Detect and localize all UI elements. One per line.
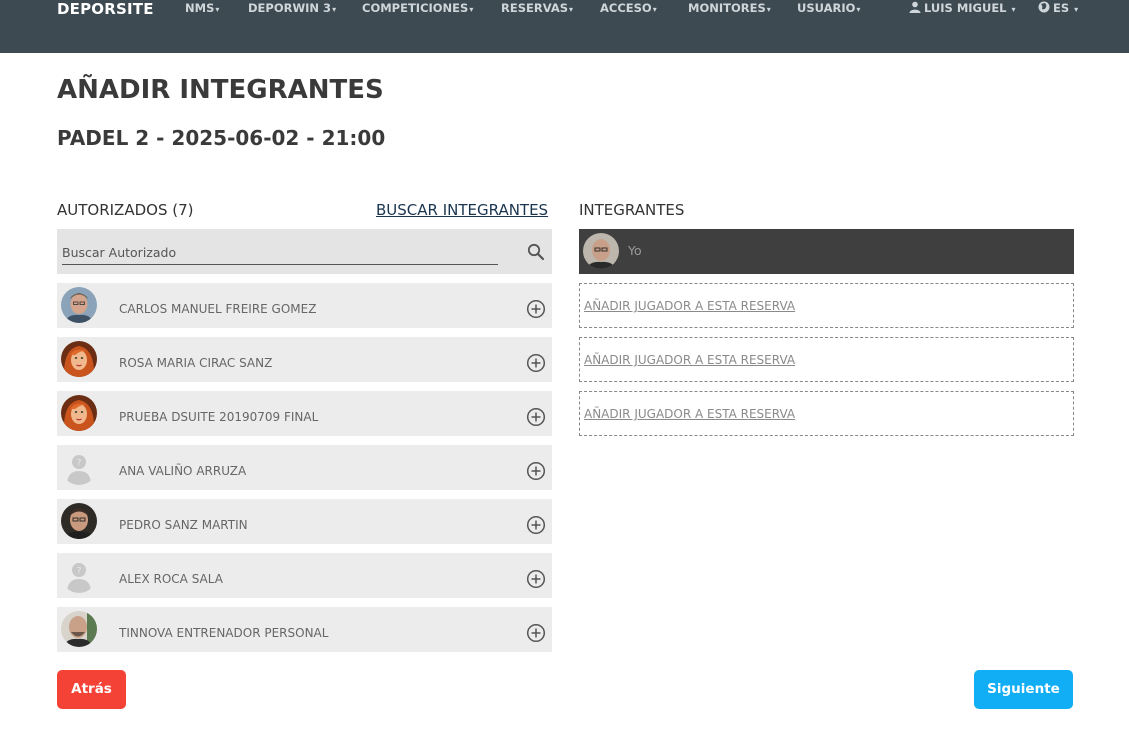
member-name: Yo [628,243,642,258]
back-button[interactable]: Atrás [57,670,126,709]
member-slot: AÑADIR JUGADOR A ESTA RESERVA [579,337,1074,382]
member-row-me: Yo [579,229,1074,274]
next-button[interactable]: Siguiente [974,670,1073,709]
page-title: AÑADIR INTEGRANTES [57,75,384,105]
nav-label: COMPETICIONES [362,1,469,15]
add-circle-icon[interactable] [526,299,546,319]
svg-text:?: ? [77,567,82,577]
avatar [61,611,97,647]
add-circle-icon[interactable] [526,515,546,535]
avatar [61,503,97,539]
avatar [61,287,97,323]
authorized-row[interactable]: ROSA MARIA CIRAC SANZ [57,337,552,382]
authorized-name: ANA VALIÑO ARRUZA [119,464,247,478]
search-members-link[interactable]: BUSCAR INTEGRANTES [376,199,548,221]
avatar [583,233,619,269]
add-circle-icon[interactable] [526,569,546,589]
svg-text:?: ? [77,459,82,469]
nav-label: DEPORWIN 3 [248,1,332,15]
member-slot: AÑADIR JUGADOR A ESTA RESERVA [579,283,1074,328]
add-player-link[interactable]: AÑADIR JUGADOR A ESTA RESERVA [584,405,795,423]
chevron-down-icon: ▾ [766,5,771,14]
member-slot: AÑADIR JUGADOR A ESTA RESERVA [579,391,1074,436]
authorized-name: TINNOVA ENTRENADOR PERSONAL [119,626,329,640]
chevron-down-icon: ▾ [569,5,574,14]
authorized-name: PRUEBA DSUITE 20190709 FINAL [119,410,319,424]
authorized-row[interactable]: PEDRO SANZ MARTIN [57,499,552,544]
add-circle-icon[interactable] [526,353,546,373]
nav-item-reservas[interactable]: RESERVAS▾ [501,0,573,16]
chevron-down-icon: ▾ [469,5,474,14]
nav-label: RESERVAS [501,1,569,15]
nav-label: USUARIO [797,1,856,15]
members-heading: INTEGRANTES [579,201,685,219]
top-navbar: DEPORSITE NMS▾ DEPORWIN 3▾ COMPETICIONES… [0,0,1129,53]
default-user-avatar: ? [61,449,97,485]
authorized-name: CARLOS MANUEL FREIRE GOMEZ [119,302,317,316]
authorized-name: ROSA MARIA CIRAC SANZ [119,356,273,370]
chevron-down-icon: ▾ [1074,5,1079,14]
nav-item-acceso[interactable]: ACCESO▾ [600,0,657,16]
authorized-row[interactable]: ? ANA VALIÑO ARRUZA [57,445,552,490]
language-label: ES [1053,1,1070,15]
chevron-down-icon: ▾ [215,5,220,14]
avatar [61,395,97,431]
brand-logo[interactable]: DEPORSITE [57,0,154,18]
add-circle-icon[interactable] [526,461,546,481]
avatar [61,341,97,377]
nav-language-menu[interactable]: ES ▾ [1038,0,1078,16]
nav-label: NMS [185,1,215,15]
search-authorized-input[interactable] [62,241,498,265]
nav-item-nms[interactable]: NMS▾ [185,0,219,16]
chevron-down-icon: ▾ [652,5,657,14]
authorized-heading: AUTORIZADOS (7) [57,201,194,219]
nav-label: ACCESO [600,1,652,15]
authorized-row[interactable]: PRUEBA DSUITE 20190709 FINAL [57,391,552,436]
add-circle-icon[interactable] [526,623,546,643]
search-icon[interactable] [527,243,545,261]
chevron-down-icon: ▾ [1011,5,1016,14]
authorized-search-box [57,229,552,274]
user-icon [909,1,921,13]
nav-item-usuario[interactable]: USUARIO▾ [797,0,860,16]
nav-item-monitores[interactable]: MONITORES▾ [688,0,771,16]
chevron-down-icon: ▾ [856,5,861,14]
nav-user-menu[interactable]: LUIS MIGUEL ▾ [909,0,1016,16]
chevron-down-icon: ▾ [332,5,337,14]
add-circle-icon[interactable] [526,407,546,427]
authorized-name: ALEX ROCA SALA [119,572,223,586]
authorized-row[interactable]: CARLOS MANUEL FREIRE GOMEZ [57,283,552,328]
add-player-link[interactable]: AÑADIR JUGADOR A ESTA RESERVA [584,351,795,369]
authorized-name: PEDRO SANZ MARTIN [119,518,248,532]
reservation-subtitle: PADEL 2 - 2025-06-02 - 21:00 [57,126,386,150]
user-name: LUIS MIGUEL [924,1,1007,15]
nav-item-competiciones[interactable]: COMPETICIONES▾ [362,0,473,16]
authorized-row[interactable]: ? ALEX ROCA SALA [57,553,552,598]
default-user-avatar: ? [61,557,97,593]
globe-icon [1038,1,1050,13]
nav-label: MONITORES [688,1,766,15]
add-player-link[interactable]: AÑADIR JUGADOR A ESTA RESERVA [584,297,795,315]
nav-item-deporwin[interactable]: DEPORWIN 3▾ [248,0,336,16]
authorized-row[interactable]: TINNOVA ENTRENADOR PERSONAL [57,607,552,652]
